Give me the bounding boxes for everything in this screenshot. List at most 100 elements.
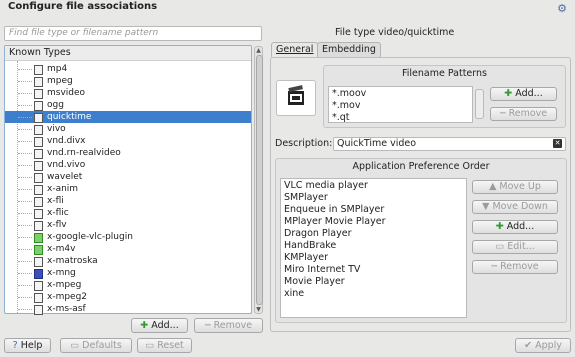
app-item[interactable]: Dragon Player	[284, 228, 352, 240]
type-row-ogg[interactable]: ogg	[5, 99, 251, 111]
type-row-vnd.vivo[interactable]: vnd.vivo	[5, 159, 251, 171]
type-label: x-anim	[47, 184, 79, 194]
help-button[interactable]: ? Help	[4, 338, 51, 353]
type-label: ogg	[47, 100, 64, 110]
file-icon	[34, 209, 43, 219]
arrow-up-icon: ▲	[489, 181, 497, 192]
tree-connector	[18, 69, 32, 70]
app-item[interactable]: Movie Player	[284, 276, 345, 288]
type-row-x-m4v[interactable]: x-m4v	[5, 243, 251, 255]
window-title: Configure file associations	[8, 1, 158, 12]
add-app-label: Add...	[506, 221, 535, 232]
tree-connector	[18, 141, 32, 142]
remove-type-button[interactable]: ━ Remove	[194, 318, 263, 333]
app-item[interactable]: SMPlayer	[284, 192, 328, 204]
type-row-mp4[interactable]: mp4	[5, 63, 251, 75]
pattern-item[interactable]: *.moov	[332, 88, 366, 100]
search-input[interactable]: Find file type or filename pattern	[4, 26, 262, 41]
add-pattern-button[interactable]: ✚ Add...	[490, 87, 557, 101]
description-input[interactable]: QuickTime video ✕	[333, 137, 566, 151]
file-icon	[34, 305, 43, 315]
known-types-scrollbar[interactable]: ▲ ▼	[254, 46, 263, 314]
remove-app-label: Remove	[500, 261, 539, 272]
add-type-button[interactable]: ✚ Add...	[131, 318, 188, 333]
defaults-button[interactable]: ▭ Defaults	[60, 338, 132, 353]
remove-pattern-label: Remove	[508, 108, 548, 119]
clear-text-icon[interactable]: ✕	[553, 139, 562, 148]
known-types-header: Known Types	[5, 46, 251, 61]
patterns-scrollbar[interactable]	[475, 89, 484, 119]
app-item[interactable]: Enqueue in SMPlayer	[284, 204, 384, 216]
tree-connector	[18, 81, 32, 82]
window-menu-icon[interactable]: ⚙	[555, 2, 569, 16]
move-down-button[interactable]: ▼ Move Down	[472, 200, 558, 214]
tree-connector	[18, 177, 32, 178]
scroll-down-icon[interactable]: ▼	[255, 306, 262, 313]
add-app-button[interactable]: ✚ Add...	[472, 220, 558, 234]
file-icon	[34, 149, 43, 159]
file-icon	[34, 197, 43, 207]
type-row-x-google-vlc-plugin[interactable]: x-google-vlc-plugin	[5, 231, 251, 243]
filename-patterns-title: Filename Patterns	[402, 68, 487, 79]
move-up-button[interactable]: ▲ Move Up	[472, 180, 558, 194]
move-down-label: Move Down	[492, 201, 548, 212]
reset-button[interactable]: ▭ Reset	[137, 338, 192, 353]
app-preference-list[interactable]: VLC media player SMPlayer Enqueue in SMPla…	[280, 178, 467, 318]
type-row-x-matroska[interactable]: x-matroska	[5, 255, 251, 267]
reset-label: Reset	[157, 340, 184, 351]
tree-connector	[18, 261, 32, 262]
type-row-wavelet[interactable]: wavelet	[5, 171, 251, 183]
type-row-vivo[interactable]: vivo	[5, 123, 251, 135]
type-row-x-mng[interactable]: x-mng	[5, 267, 251, 279]
pattern-item[interactable]: *.qt	[332, 112, 350, 124]
add-pattern-label: Add...	[515, 88, 543, 99]
patterns-list[interactable]: *.moov *.mov *.qt	[328, 86, 473, 123]
tree-connector	[18, 213, 32, 214]
scroll-up-icon[interactable]: ▲	[255, 47, 262, 54]
edit-app-button[interactable]: ▭ Edit...	[472, 240, 558, 254]
type-row-x-flic[interactable]: x-flic	[5, 207, 251, 219]
app-item[interactable]: KMPlayer	[284, 252, 328, 264]
type-label: x-mpeg	[47, 280, 82, 290]
type-row-x-fli[interactable]: x-fli	[5, 195, 251, 207]
tab-general[interactable]: General	[271, 42, 319, 57]
apply-button[interactable]: ✔ Apply	[515, 338, 571, 353]
file-icon	[34, 125, 43, 135]
scrollbar-thumb[interactable]	[256, 55, 263, 305]
description-label: Description:	[275, 138, 333, 149]
app-item[interactable]: VLC media player	[284, 180, 368, 192]
app-item[interactable]: HandBrake	[284, 240, 336, 252]
type-row-x-flv[interactable]: x-flv	[5, 219, 251, 231]
pattern-item[interactable]: *.mov	[332, 100, 360, 112]
edit-app-label: Edit...	[507, 241, 535, 252]
app-item[interactable]: MPlayer Movie Player	[284, 216, 385, 228]
tab-embedding[interactable]: Embedding	[317, 42, 381, 57]
app-item[interactable]: xine	[284, 288, 304, 300]
type-row-x-mpeg[interactable]: x-mpeg	[5, 279, 251, 291]
remove-pattern-button[interactable]: ━ Remove	[490, 107, 557, 121]
reset-icon: ▭	[145, 340, 155, 351]
video-file-icon[interactable]	[276, 80, 316, 116]
green-icon	[34, 233, 43, 243]
type-row-x-ms-asf[interactable]: x-ms-asf	[5, 303, 251, 315]
type-row-x-anim[interactable]: x-anim	[5, 183, 251, 195]
remove-app-button[interactable]: ━ Remove	[472, 260, 558, 274]
tree-connector	[18, 105, 32, 106]
type-row-vnd.divx[interactable]: vnd.divx	[5, 135, 251, 147]
type-row-x-mpeg2[interactable]: x-mpeg2	[5, 291, 251, 303]
minus-icon: ━	[491, 261, 498, 272]
type-row-vnd.rn-realvideo[interactable]: vnd.rn-realvideo	[5, 147, 251, 159]
type-label: x-ms-asf	[47, 304, 86, 314]
tree-connector	[18, 273, 32, 274]
file-icon	[34, 185, 43, 195]
app-preference-title: Application Preference Order	[352, 161, 490, 172]
type-row-quicktime[interactable]: quicktime	[5, 111, 251, 123]
app-item[interactable]: Miro Internet TV	[284, 264, 360, 276]
tree-connector	[18, 309, 32, 310]
type-row-mpeg[interactable]: mpeg	[5, 75, 251, 87]
type-label: mpeg	[47, 76, 73, 86]
type-label: vivo	[47, 124, 66, 134]
type-row-msvideo[interactable]: msvideo	[5, 87, 251, 99]
known-types-tree[interactable]: Known Types mp4 mpeg msvideo ogg quicktime vi…	[4, 45, 252, 315]
file-icon	[34, 173, 43, 183]
